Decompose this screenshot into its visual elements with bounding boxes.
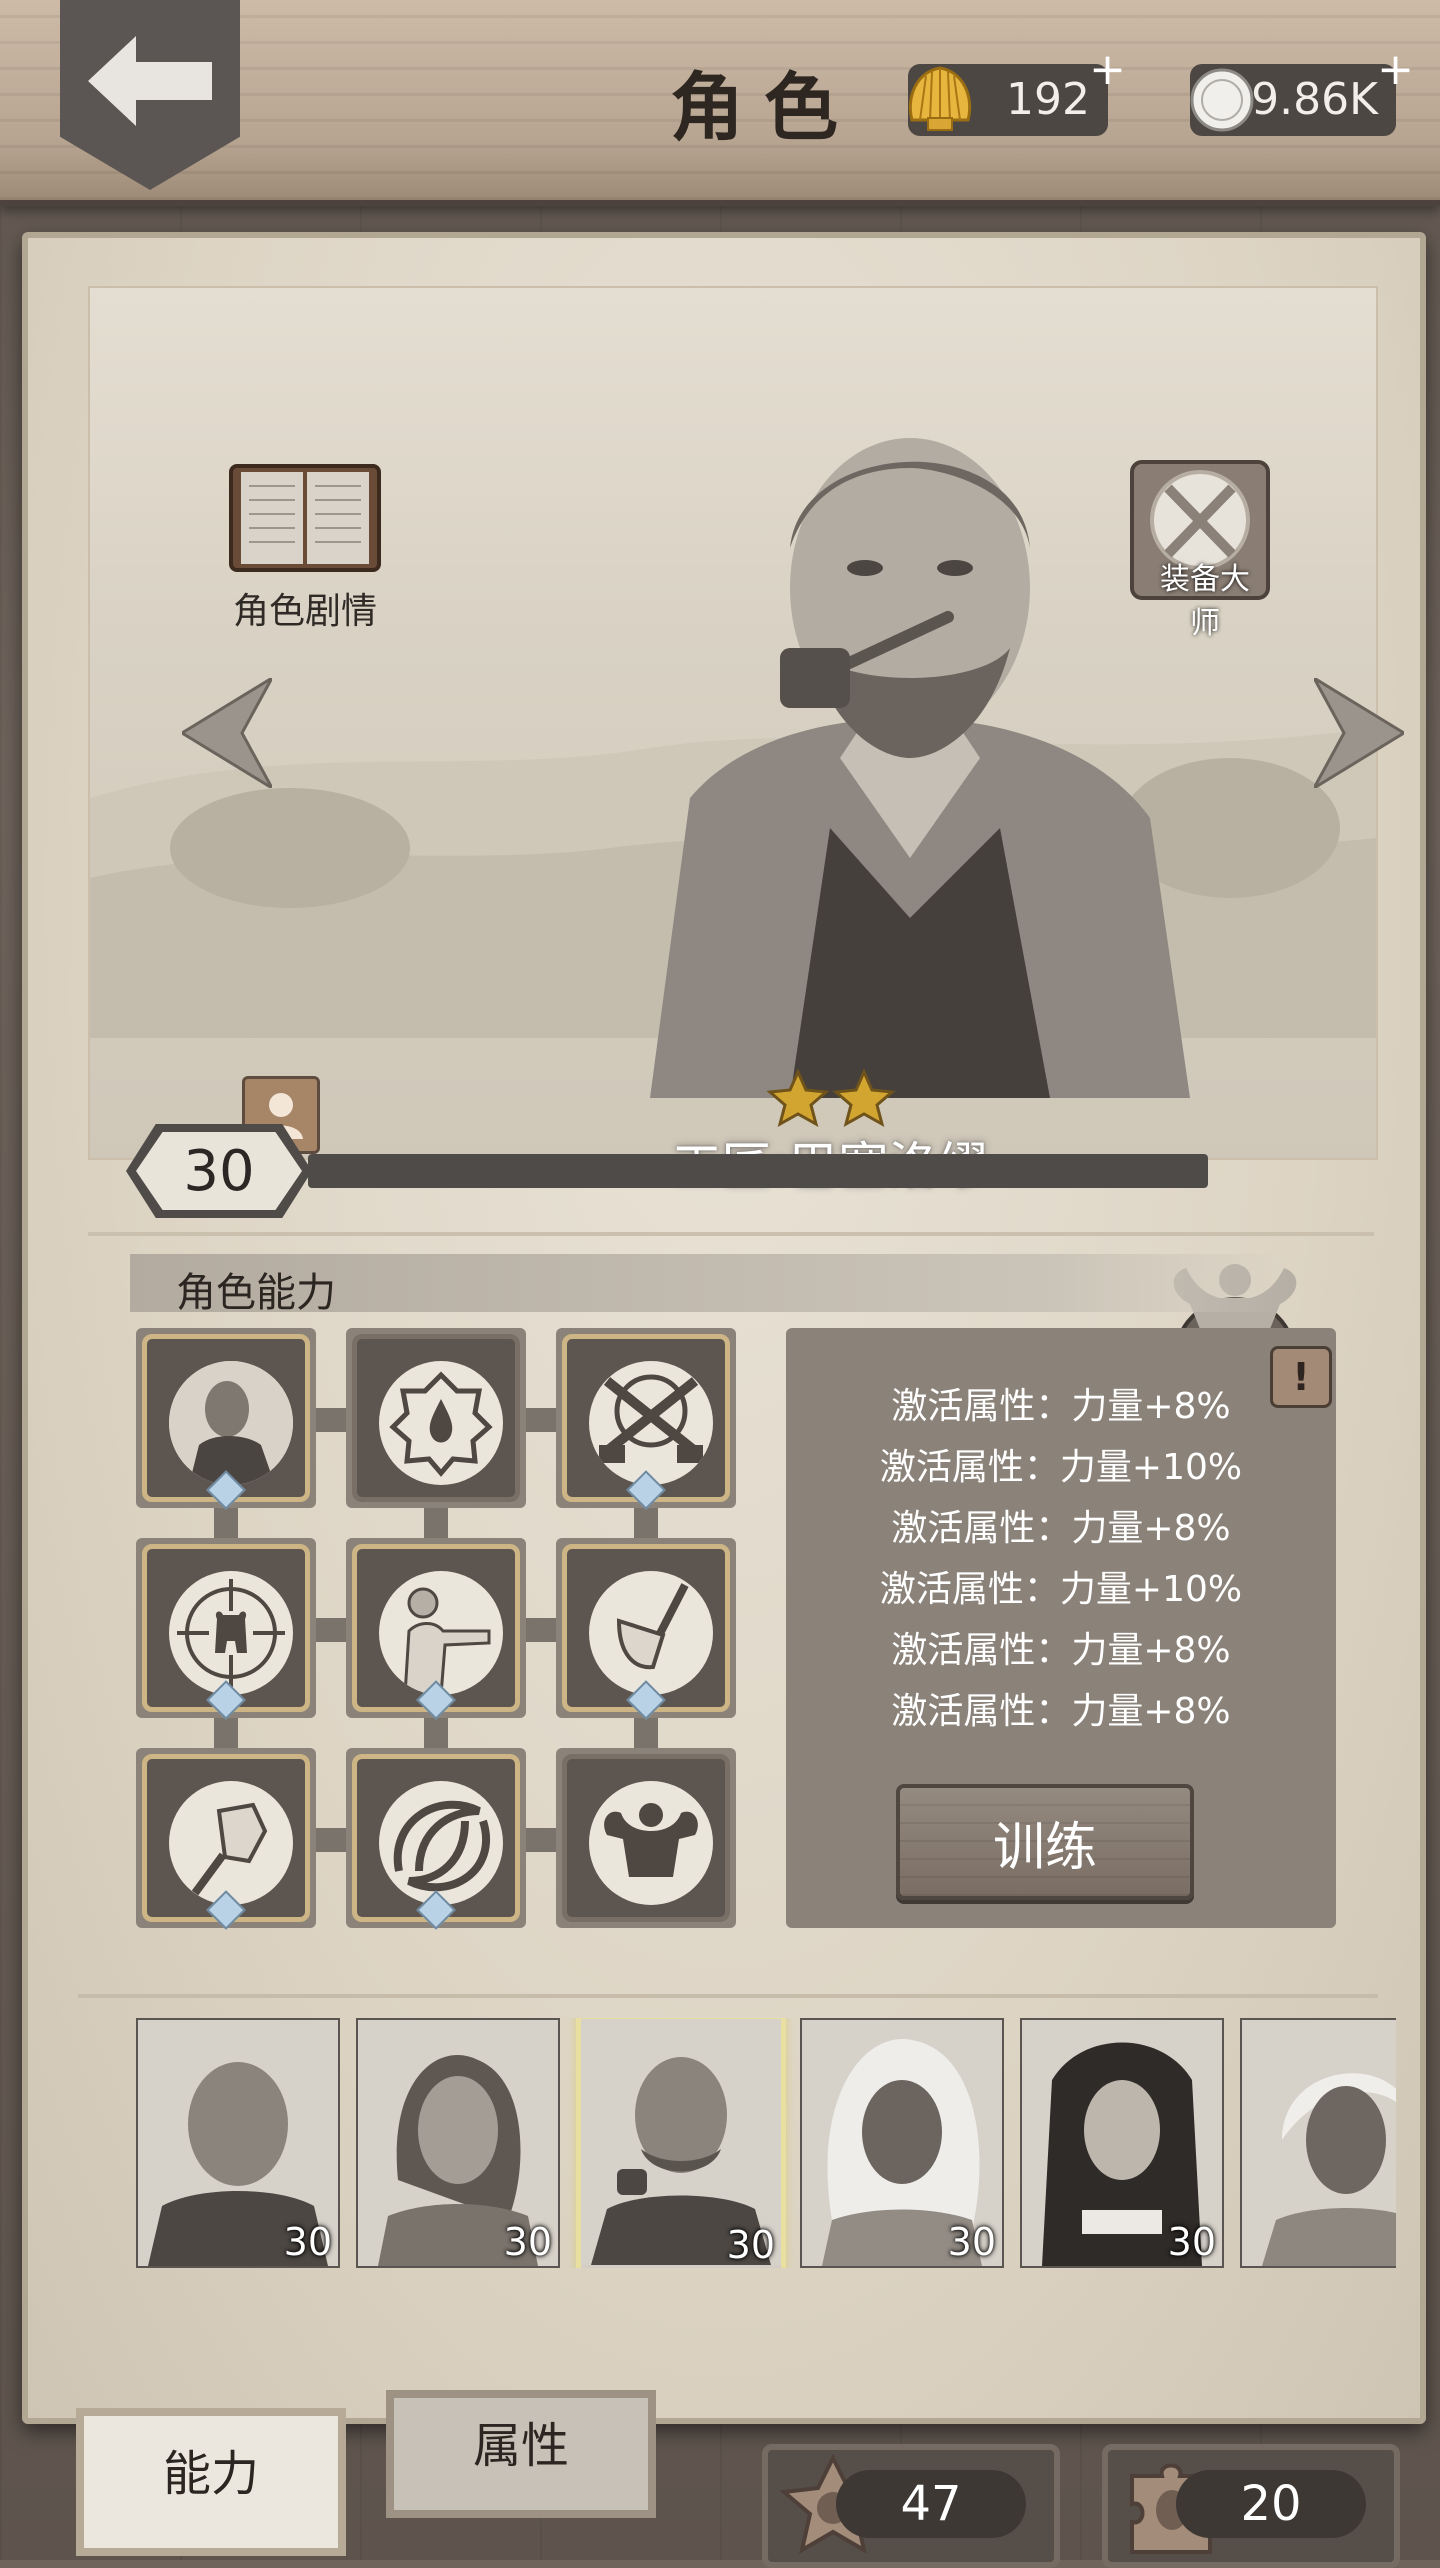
skill-slot-9[interactable] [556, 1748, 736, 1928]
train-button[interactable]: 训练 [896, 1784, 1194, 1900]
skill-connector [634, 1508, 658, 1538]
coin-currency[interactable]: 9.86K + [1190, 44, 1414, 136]
skill-slot-6[interactable] [556, 1538, 736, 1720]
level-badge: 30 [126, 1124, 312, 1218]
fragment-counter[interactable]: 20 [1102, 2444, 1400, 2568]
page-title: 角色 [670, 65, 858, 151]
attribute-bonus: 激活属性：力量+8% [891, 1630, 1231, 1671]
abilities-header: 角色能力 [130, 1254, 1290, 1316]
badge-count: 47 [836, 2470, 1026, 2538]
roster-card[interactable]: 30 [800, 2018, 1004, 2268]
attribute-bonus: 激活属性：力量+10% [879, 1447, 1243, 1488]
roster-card[interactable]: 30 [356, 2018, 560, 2268]
portrait-icon [169, 1361, 293, 1485]
roster-card[interactable]: 30 [1020, 2018, 1224, 2268]
star-2-icon [832, 1068, 896, 1128]
book-icon [229, 464, 381, 572]
character-story-button[interactable]: 角色剧情 [205, 458, 405, 634]
gear-master-label: 装备大师 [1160, 562, 1250, 641]
shell-count: 192 [1006, 74, 1090, 125]
tab-ability[interactable]: 能力 [76, 2408, 346, 2556]
roster-level: 30 [1167, 2220, 1216, 2264]
skill-slot-2[interactable] [346, 1328, 526, 1508]
axe-icon [616, 1583, 689, 1670]
star-rating [766, 1068, 896, 1128]
skill-connector [634, 1718, 658, 1748]
boxer-icon [403, 1587, 491, 1695]
strongman-icon [604, 1803, 698, 1877]
gear-master-button[interactable]: 装备大师 [1100, 458, 1300, 641]
attribute-bonus: 激活属性：力量+8% [891, 1386, 1231, 1427]
add-coin-button[interactable]: + [1377, 34, 1414, 106]
roster-card-selected[interactable]: 30 [576, 2018, 786, 2268]
roster-level: 30 [283, 2220, 332, 2264]
crossed-guns-icon [599, 1374, 703, 1463]
skill-connector [214, 1718, 238, 1748]
character-roster: 30 30 30 30 30 [136, 2018, 1396, 2268]
attribute-bonus: 激活属性：力量+8% [891, 1691, 1231, 1732]
section-divider [88, 1232, 1374, 1236]
star-1-icon [766, 1068, 830, 1128]
character-thumbnail [1242, 2020, 1396, 2266]
skill-connector [316, 1408, 346, 1432]
badge-counter[interactable]: 47 [762, 2444, 1060, 2568]
skill-connector [424, 1508, 448, 1538]
skill-slot-7[interactable] [136, 1748, 316, 1930]
skill-connector [526, 1618, 556, 1642]
skill-grid [136, 1328, 786, 1930]
skill-slot-8[interactable] [346, 1748, 526, 1930]
skill-connector [526, 1828, 556, 1852]
coin-count: 9.86K [1251, 74, 1378, 125]
skill-slot-3[interactable] [556, 1328, 736, 1510]
skill-connector [316, 1828, 346, 1852]
skill-connector [316, 1618, 346, 1642]
back-button[interactable] [60, 0, 240, 190]
add-shell-button[interactable]: + [1089, 34, 1126, 106]
roster-card[interactable] [1240, 2018, 1396, 2268]
abilities-title: 角色能力 [176, 1270, 336, 1316]
next-character-arrow[interactable] [1314, 678, 1404, 788]
blood-drop-icon [389, 1371, 493, 1477]
skill-slot-1[interactable] [136, 1328, 316, 1510]
shell-icon [908, 66, 972, 131]
hero-showcase: 角色剧情 装备大师 工匠:巴塞洛缪 [88, 286, 1404, 1195]
fragment-count: 20 [1176, 2470, 1366, 2538]
tab-attributes[interactable]: 属性 [386, 2390, 656, 2518]
attribute-bonus: 激活属性：力量+8% [891, 1508, 1231, 1549]
top-bar: 角色 192 + 9.86K + [0, 0, 1440, 206]
prev-character-arrow[interactable] [182, 678, 272, 788]
fist-knife-icon [191, 1802, 268, 1896]
back-arrow-icon [88, 36, 212, 126]
level-value: 30 [136, 1132, 302, 1210]
skill-slot-4[interactable] [136, 1538, 316, 1720]
roster-level: 30 [503, 2220, 552, 2264]
attribute-bonus-list: 激活属性：力量+8% 激活属性：力量+10% 激活属性：力量+8% 激活属性：力… [786, 1376, 1336, 1742]
skill-connector [526, 1408, 556, 1432]
level-progress-bar [308, 1154, 1208, 1188]
section-divider [78, 1994, 1378, 1998]
skill-connector [214, 1508, 238, 1538]
roster-level: 30 [726, 2223, 775, 2267]
roster-card[interactable]: 30 [136, 2018, 340, 2268]
activated-attributes-panel: ! 激活属性：力量+8% 激活属性：力量+10% 激活属性：力量+8% 激活属性… [786, 1328, 1336, 1928]
claw-swirl-icon [393, 1800, 490, 1892]
roster-level: 30 [947, 2220, 996, 2264]
shell-currency[interactable]: 192 + [908, 44, 1126, 136]
bear-target-icon [177, 1579, 285, 1687]
character-card: 角色剧情 装备大师 工匠:巴塞洛缪 [22, 232, 1426, 2424]
character-story-label: 角色剧情 [232, 591, 377, 632]
skill-connector [424, 1718, 448, 1748]
skill-slot-5[interactable] [346, 1538, 526, 1720]
attribute-bonus: 激活属性：力量+10% [879, 1569, 1243, 1610]
